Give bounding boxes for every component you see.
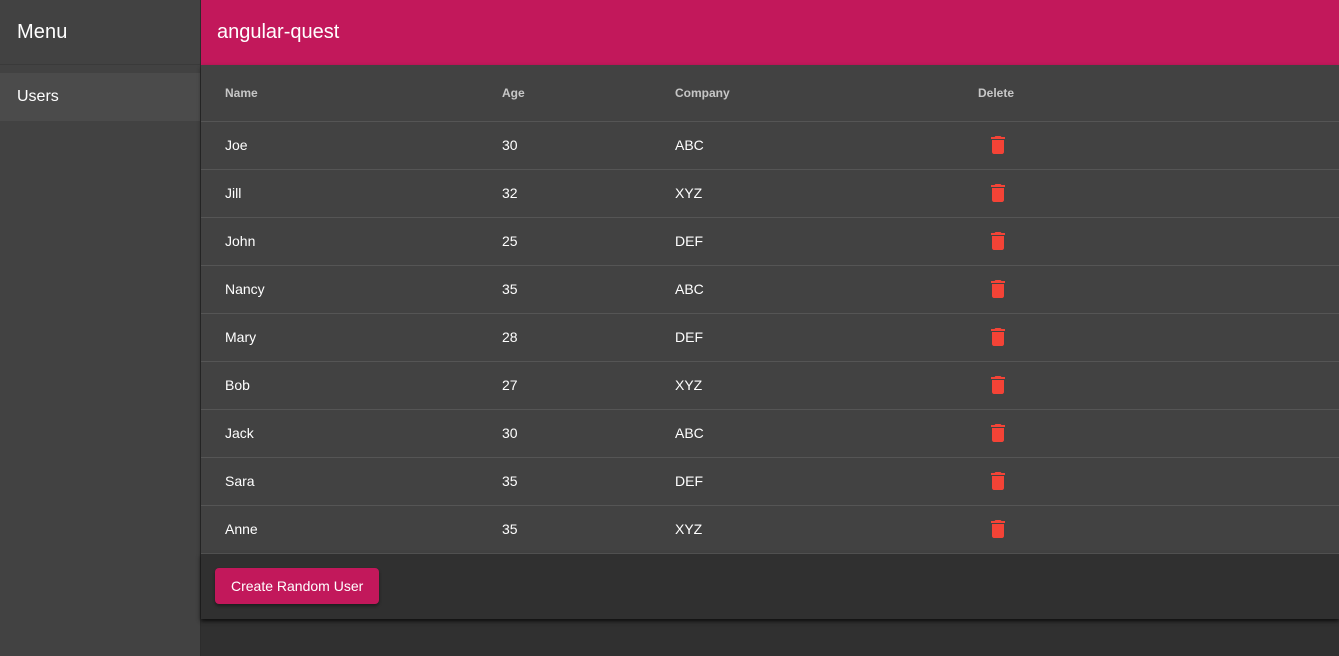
cell-age: 30 [502,409,675,458]
cell-company: DEF [675,217,978,266]
card-footer: Create Random User [201,553,1339,619]
app-root: Menu Users angular-quest Name Age Compan… [0,0,1339,656]
trash-icon [986,181,1010,205]
cell-name: Jill [201,169,502,218]
delete-user-button[interactable] [978,269,1018,309]
cell-name: Anne [201,505,502,554]
cell-age: 35 [502,505,675,554]
trash-icon [986,373,1010,397]
users-table: Name Age Company Delete Joe 30 ABC Jill 32 XY… [201,65,1339,554]
cell-age: 32 [502,169,675,218]
column-header-company: Company [675,65,978,122]
sidebar-item-users[interactable]: Users [0,73,200,121]
cell-delete [978,121,1339,170]
delete-user-button[interactable] [978,461,1018,501]
table-row: Mary 28 DEF [201,313,1339,362]
trash-icon [986,421,1010,445]
main-area: angular-quest Name Age Company Delete Jo… [201,0,1339,656]
delete-user-button[interactable] [978,317,1018,357]
sidebar-title: Menu [0,0,200,65]
trash-icon [986,325,1010,349]
app-title: angular-quest [217,21,340,43]
cell-name: Joe [201,121,502,170]
column-header-delete: Delete [978,65,1339,122]
cell-company: XYZ [675,169,978,218]
trash-icon [986,469,1010,493]
create-random-user-button[interactable]: Create Random User [215,568,380,604]
cell-age: 30 [502,121,675,170]
cell-company: XYZ [675,505,978,554]
table-row: John 25 DEF [201,217,1339,266]
column-header-age: Age [502,65,675,122]
delete-user-button[interactable] [978,413,1018,453]
table-row: Jill 32 XYZ [201,169,1339,218]
cell-company: ABC [675,409,978,458]
table-row: Anne 35 XYZ [201,505,1339,554]
cell-name: Bob [201,361,502,410]
cell-company: DEF [675,313,978,362]
delete-user-button[interactable] [978,125,1018,165]
table-header-row: Name Age Company Delete [201,65,1339,122]
table-row: Nancy 35 ABC [201,265,1339,314]
cell-delete [978,409,1339,458]
cell-delete [978,217,1339,266]
cell-delete [978,361,1339,410]
table-row: Sara 35 DEF [201,457,1339,506]
cell-delete [978,457,1339,506]
table-body: Joe 30 ABC Jill 32 XYZ John 25 DEF Nancy 35 ABC Mary… [201,121,1339,554]
cell-company: ABC [675,121,978,170]
sidebar-nav: Users [0,65,200,121]
cell-name: John [201,217,502,266]
delete-user-button[interactable] [978,509,1018,549]
delete-user-button[interactable] [978,173,1018,213]
cell-age: 25 [502,217,675,266]
trash-icon [986,277,1010,301]
delete-user-button[interactable] [978,365,1018,405]
cell-age: 35 [502,265,675,314]
table-row: Bob 27 XYZ [201,361,1339,410]
delete-user-button[interactable] [978,221,1018,261]
sidebar: Menu Users [0,0,201,656]
toolbar: angular-quest [201,0,1339,65]
cell-age: 27 [502,361,675,410]
table-row: Joe 30 ABC [201,121,1339,170]
content: Name Age Company Delete Joe 30 ABC Jill 32 XY… [201,65,1339,656]
trash-icon [986,517,1010,541]
cell-name: Sara [201,457,502,506]
cell-company: DEF [675,457,978,506]
cell-delete [978,505,1339,554]
cell-delete [978,169,1339,218]
cell-company: XYZ [675,361,978,410]
cell-name: Jack [201,409,502,458]
cell-name: Mary [201,313,502,362]
trash-icon [986,133,1010,157]
cell-company: ABC [675,265,978,314]
cell-age: 35 [502,457,675,506]
table-row: Jack 30 ABC [201,409,1339,458]
cell-name: Nancy [201,265,502,314]
cell-delete [978,313,1339,362]
users-card: Name Age Company Delete Joe 30 ABC Jill 32 XY… [201,65,1339,619]
cell-age: 28 [502,313,675,362]
trash-icon [986,229,1010,253]
cell-delete [978,265,1339,314]
column-header-name: Name [201,65,502,122]
